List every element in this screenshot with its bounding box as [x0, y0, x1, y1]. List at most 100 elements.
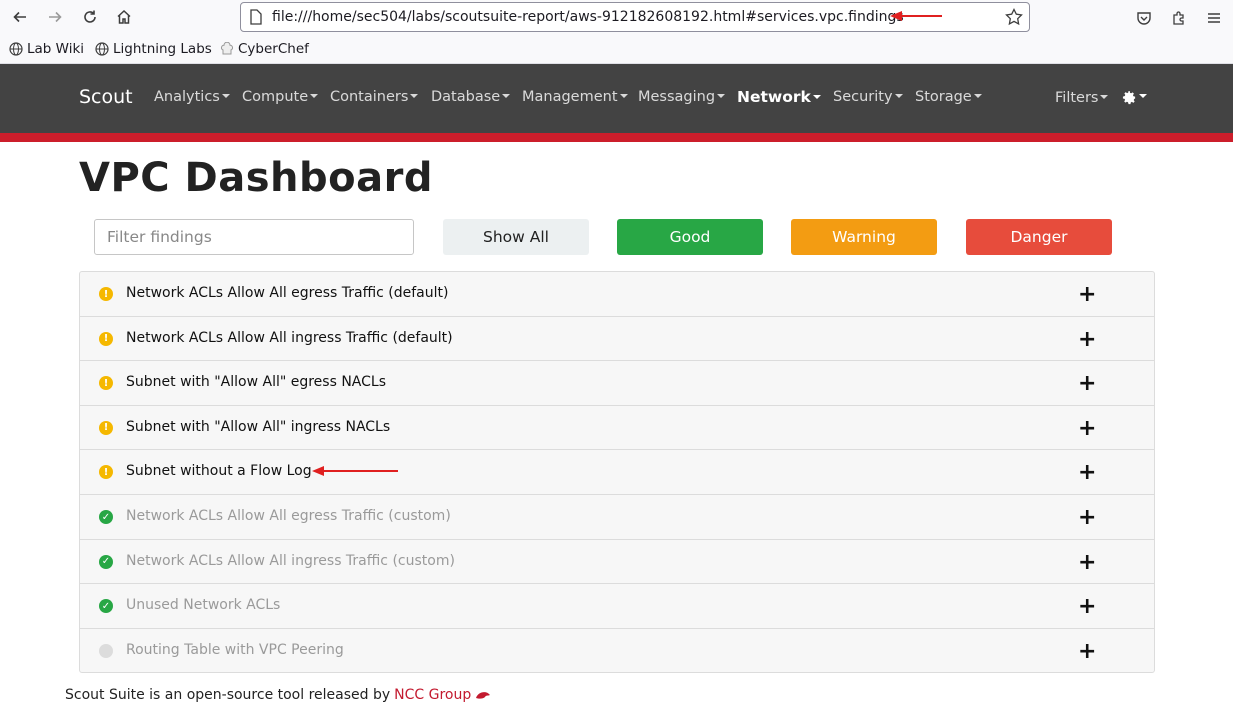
expand-plus-icon[interactable]: + [1078, 639, 1096, 664]
expand-plus-icon[interactable]: + [1078, 460, 1096, 485]
nav-label: Compute [242, 89, 309, 105]
finding-label: Subnet without a Flow Log [126, 463, 312, 480]
finding-label: Subnet with "Allow All" egress NACLs [126, 374, 387, 391]
finding-row[interactable]: ! Subnet without a Flow Log + [80, 450, 1154, 495]
expand-plus-icon[interactable]: + [1078, 594, 1096, 619]
check-icon: ✓ [99, 599, 113, 614]
annotation-arrow [312, 466, 398, 477]
nav-label: Management [522, 89, 618, 105]
filter-findings-input[interactable] [94, 219, 414, 255]
nav-messaging[interactable]: Messaging [638, 89, 726, 105]
url-text: file:///home/sec504/labs/scoutsuite-repo… [272, 9, 904, 25]
reload-button[interactable] [76, 4, 104, 30]
reload-icon [84, 10, 96, 23]
caret-down-icon [310, 94, 319, 98]
finding-row[interactable]: ! Network ACLs Allow All egress Traffic … [80, 272, 1154, 317]
back-button[interactable] [6, 4, 34, 30]
globe-icon [9, 42, 23, 56]
nav-label: Analytics [154, 89, 220, 105]
check-icon: ✓ [99, 510, 113, 524]
home-icon [117, 9, 131, 24]
caret-down-icon [1139, 94, 1147, 98]
caret-down-icon [502, 94, 511, 98]
show-all-button[interactable]: Show All [443, 219, 589, 255]
home-button[interactable] [110, 4, 138, 30]
caret-down-icon [1100, 95, 1109, 99]
warning-icon: ! [99, 331, 113, 346]
browser-toolbar: file:///home/sec504/labs/scoutsuite-repo… [0, 0, 1233, 36]
finding-row[interactable]: Routing Table with VPC Peering + [80, 629, 1154, 674]
caret-down-icon [619, 94, 628, 98]
hamburger-icon [1208, 13, 1220, 23]
nav-filters[interactable]: Filters [1055, 90, 1109, 106]
expand-plus-icon[interactable]: + [1078, 282, 1096, 307]
nav-analytics[interactable]: Analytics [154, 89, 230, 105]
bookmark-lightning-labs[interactable]: Lightning Labs [95, 41, 212, 57]
finding-row[interactable]: ! Network ACLs Allow All ingress Traffic… [80, 317, 1154, 362]
ncc-group-link[interactable]: NCC Group [394, 687, 471, 703]
finding-label: Unused Network ACLs [126, 597, 281, 614]
caret-down-icon [221, 94, 230, 98]
good-button[interactable]: Good [617, 219, 763, 255]
warning-button[interactable]: Warning [791, 219, 937, 255]
finding-row[interactable]: ✓ Network ACLs Allow All egress Traffic … [80, 495, 1154, 540]
back-arrow-icon [13, 11, 26, 23]
bookmark-label: Lab Wiki [27, 41, 85, 57]
pocket-icon [1137, 12, 1151, 25]
nav-containers[interactable]: Containers [330, 89, 419, 105]
circle-icon [99, 643, 113, 658]
danger-button[interactable]: Danger [966, 219, 1112, 255]
caret-down-icon [717, 94, 726, 98]
nav-network[interactable]: Network [737, 88, 821, 106]
finding-row[interactable]: ! Subnet with "Allow All" ingress NACLs … [80, 406, 1154, 451]
pocket-button[interactable] [1131, 5, 1157, 31]
annotation-arrow [890, 11, 942, 21]
finding-row[interactable]: ! Subnet with "Allow All" egress NACLs + [80, 361, 1154, 406]
caret-down-icon [894, 94, 903, 98]
expand-plus-icon[interactable]: + [1078, 371, 1096, 396]
nav-management[interactable]: Management [522, 89, 628, 105]
bookmark-lab-wiki[interactable]: Lab Wiki [9, 41, 84, 57]
warning-icon: ! [99, 287, 113, 301]
bookmark-label: CyberChef [238, 41, 309, 57]
nav-storage[interactable]: Storage [915, 89, 982, 105]
finding-label: Network ACLs Allow All egress Traffic (c… [126, 508, 451, 524]
gear-icon [1122, 90, 1136, 104]
findings-list: ! Network ACLs Allow All egress Traffic … [79, 271, 1155, 673]
expand-plus-icon[interactable]: + [1078, 416, 1096, 441]
nav-label: Messaging [638, 89, 716, 105]
brand-logo[interactable]: Scout [79, 86, 133, 108]
nav-security[interactable]: Security [833, 89, 903, 105]
footer: Scout Suite is an open-source tool relea… [65, 687, 491, 703]
finding-row[interactable]: ✓ Network ACLs Allow All ingress Traffic… [80, 540, 1154, 585]
page-title: VPC Dashboard [79, 155, 433, 201]
bookmark-label: Lightning Labs [113, 41, 212, 57]
forward-button[interactable] [41, 4, 69, 30]
expand-plus-icon[interactable]: + [1078, 505, 1096, 530]
extensions-button[interactable] [1166, 5, 1192, 31]
finding-label: Network ACLs Allow All ingress Traffic (… [126, 329, 453, 346]
nav-label: Containers [330, 89, 409, 105]
warning-icon: ! [99, 465, 113, 480]
bookmark-star-icon[interactable] [1005, 8, 1023, 30]
expand-plus-icon[interactable]: + [1078, 327, 1096, 352]
navbar-accent-line [0, 133, 1233, 142]
scout-navbar: Scout Analytics Compute Containers Datab… [0, 64, 1233, 133]
nav-database[interactable]: Database [431, 89, 511, 105]
nav-label: Storage [915, 89, 972, 105]
globe-icon [95, 42, 109, 56]
page-icon [249, 9, 263, 29]
menu-button[interactable] [1201, 5, 1227, 31]
finding-row[interactable]: ✓ Unused Network ACLs + [80, 584, 1154, 629]
footer-text: Scout Suite is an open-source tool relea… [65, 687, 391, 703]
finding-label: Subnet with "Allow All" ingress NACLs [126, 418, 391, 435]
chef-hat-icon [221, 42, 233, 55]
caret-down-icon [973, 94, 982, 98]
warning-icon: ! [99, 376, 113, 391]
nav-label: Security [833, 89, 893, 105]
nav-compute[interactable]: Compute [242, 89, 319, 105]
nav-label: Database [431, 89, 501, 105]
settings-dropdown[interactable] [1122, 89, 1147, 105]
expand-plus-icon[interactable]: + [1078, 550, 1096, 575]
bookmark-cyberchef[interactable]: CyberChef [220, 41, 309, 57]
